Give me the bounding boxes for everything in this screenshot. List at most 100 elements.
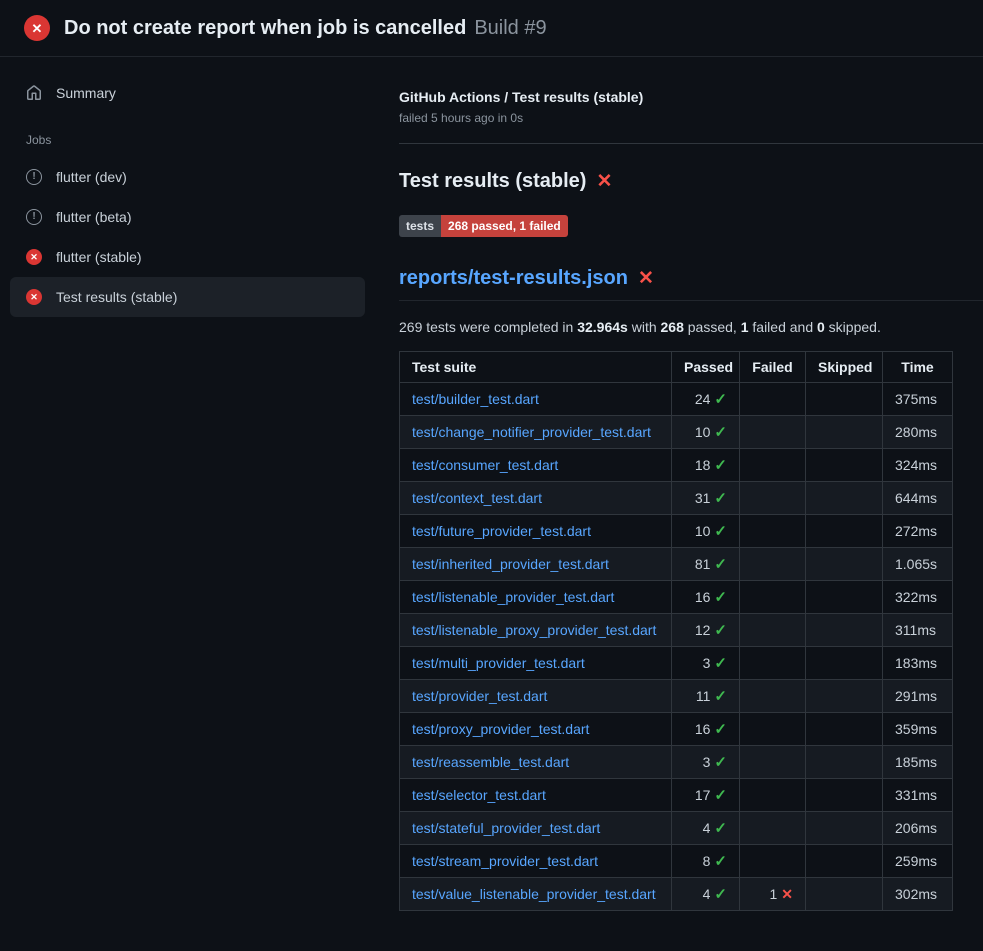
skipped-cell [806, 779, 883, 812]
page-title: Do not create report when job is cancell… [64, 17, 547, 40]
failed-cell [740, 713, 806, 746]
test-suite-link[interactable]: test/reassemble_test.dart [412, 754, 569, 770]
table-row: test/reassemble_test.dart3✓185ms [400, 746, 953, 779]
failed-cell [740, 449, 806, 482]
test-suite-link[interactable]: test/provider_test.dart [412, 688, 547, 704]
breadcrumb: GitHub Actions / Test results (stable) [399, 89, 983, 105]
time-cell: 644ms [883, 482, 953, 515]
passed-cell: 4✓ [672, 878, 740, 911]
failed-cell [740, 779, 806, 812]
results-table: Test suite Passed Failed Skipped Time te… [399, 351, 953, 911]
sidebar-item-label: flutter (beta) [56, 209, 131, 225]
failed-cell [740, 680, 806, 713]
report-link[interactable]: reports/test-results.json [399, 267, 628, 290]
sidebar-item-flutter-stable[interactable]: ✕flutter (stable) [10, 237, 365, 277]
sidebar-item-flutter-beta[interactable]: !flutter (beta) [10, 197, 365, 237]
sidebar-item-label: flutter (stable) [56, 249, 142, 265]
skipped-cell [806, 713, 883, 746]
passed-cell: 4✓ [672, 812, 740, 845]
test-suite-cell: test/listenable_provider_test.dart [400, 581, 672, 614]
failed-cell [740, 647, 806, 680]
time-cell: 302ms [883, 878, 953, 911]
test-suite-cell: test/builder_test.dart [400, 383, 672, 416]
section-title-text: Test results (stable) [399, 170, 586, 193]
passed-count: 18 [695, 457, 711, 473]
test-suite-cell: test/inherited_provider_test.dart [400, 548, 672, 581]
pass-check-icon: ✓ [714, 721, 727, 738]
test-suite-link[interactable]: test/proxy_provider_test.dart [412, 721, 589, 737]
skipped-cell [806, 878, 883, 911]
failed-icon: ✕ [26, 289, 42, 305]
skipped-cell [806, 449, 883, 482]
table-row: test/selector_test.dart 17✓ 331ms [400, 779, 953, 812]
failed-cell [740, 383, 806, 416]
table-row: test/value_listenable_provider_test.dart… [400, 878, 953, 911]
passed-count: 3 [703, 754, 711, 770]
sidebar-item-test-results-stable[interactable]: ✕Test results (stable) [10, 277, 365, 317]
passed-cell: 11✓ [672, 680, 740, 713]
test-suite-link[interactable]: test/consumer_test.dart [412, 457, 558, 473]
table-row: test/provider_test.dart11✓291ms [400, 680, 953, 713]
test-suite-link[interactable]: test/inherited_provider_test.dart [412, 556, 609, 572]
test-suite-link[interactable]: test/stream_provider_test.dart [412, 853, 598, 869]
test-suite-link[interactable]: test/builder_test.dart [412, 391, 539, 407]
test-suite-cell: test/change_notifier_provider_test.dart [400, 416, 672, 449]
table-row: test/context_test.dart 31✓ 644ms [400, 482, 953, 515]
skipped-cell [806, 845, 883, 878]
test-suite-link[interactable]: test/multi_provider_test.dart [412, 655, 585, 671]
skipped-cell [806, 680, 883, 713]
table-row: test/inherited_provider_test.dart81✓1.06… [400, 548, 953, 581]
sidebar-summary-label: Summary [56, 85, 116, 101]
table-header-row: Test suite Passed Failed Skipped Time [400, 352, 953, 383]
sidebar-item-flutter-dev[interactable]: !flutter (dev) [10, 157, 365, 197]
test-suite-link[interactable]: test/future_provider_test.dart [412, 523, 591, 539]
main-content: GitHub Actions / Test results (stable) f… [375, 57, 983, 951]
skipped-cell [806, 482, 883, 515]
test-suite-cell: test/selector_test.dart [400, 779, 672, 812]
skipped-cell [806, 548, 883, 581]
home-icon [26, 85, 42, 101]
failed-status-icon: ✕ [24, 15, 50, 41]
time-cell: 322ms [883, 581, 953, 614]
pass-check-icon: ✓ [714, 457, 727, 474]
test-suite-cell: test/consumer_test.dart [400, 449, 672, 482]
passed-count: 24 [695, 391, 711, 407]
pass-check-icon: ✓ [714, 688, 727, 705]
skipped-cell [806, 515, 883, 548]
skipped-cell [806, 812, 883, 845]
test-suite-link[interactable]: test/context_test.dart [412, 490, 542, 506]
table-row: test/stateful_provider_test.dart4✓206ms [400, 812, 953, 845]
time-cell: 331ms [883, 779, 953, 812]
passed-count: 17 [695, 787, 711, 803]
sidebar-item-summary[interactable]: Summary [10, 73, 365, 113]
test-suite-cell: test/provider_test.dart [400, 680, 672, 713]
table-row: test/proxy_provider_test.dart16✓359ms [400, 713, 953, 746]
skipped-cell [806, 383, 883, 416]
failed-x-icon: ✕ [596, 170, 612, 193]
failed-cell [740, 614, 806, 647]
pass-check-icon: ✓ [714, 787, 727, 804]
test-suite-link[interactable]: test/stateful_provider_test.dart [412, 820, 600, 836]
test-suite-link[interactable]: test/selector_test.dart [412, 787, 546, 803]
test-suite-link[interactable]: test/listenable_proxy_provider_test.dart [412, 622, 656, 638]
skipped-cell [806, 746, 883, 779]
time-cell: 280ms [883, 416, 953, 449]
jobs-list: !flutter (dev)!flutter (beta)✕flutter (s… [0, 157, 375, 317]
passed-count: 31 [695, 490, 711, 506]
col-header-test-suite: Test suite [400, 352, 672, 383]
time-cell: 183ms [883, 647, 953, 680]
summary-text: with [628, 319, 661, 335]
passed-count: 4 [703, 820, 711, 836]
test-suite-link[interactable]: test/change_notifier_provider_test.dart [412, 424, 651, 440]
passed-count: 3 [703, 655, 711, 671]
run-header: ✕ Do not create report when job is cance… [0, 0, 983, 57]
time-cell: 375ms [883, 383, 953, 416]
report-heading: reports/test-results.json ✕ [399, 267, 983, 301]
failed-cell [740, 416, 806, 449]
time-cell: 311ms [883, 614, 953, 647]
pass-check-icon: ✓ [714, 490, 727, 507]
failed-cell [740, 548, 806, 581]
skipped-cell [806, 416, 883, 449]
test-suite-link[interactable]: test/value_listenable_provider_test.dart [412, 886, 656, 902]
test-suite-link[interactable]: test/listenable_provider_test.dart [412, 589, 614, 605]
